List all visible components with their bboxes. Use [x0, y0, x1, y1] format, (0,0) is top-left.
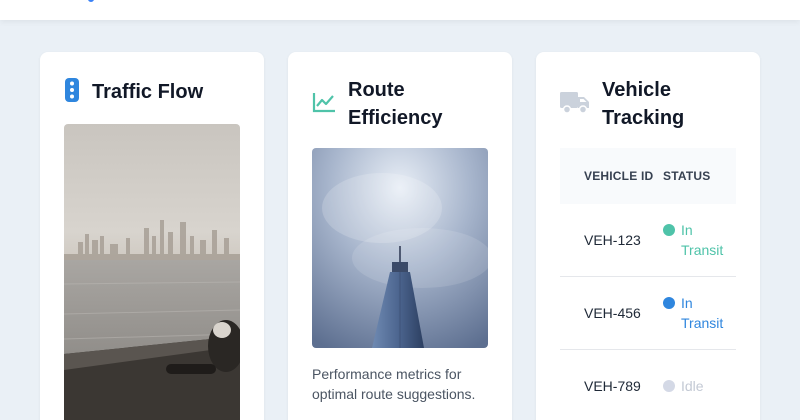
line-chart-icon [312, 91, 336, 118]
status-dot [663, 297, 675, 309]
route-efficiency-card: Route Efficiency Performance metrics for… [288, 52, 512, 420]
route-efficiency-description: Performance metrics for optimal route su… [312, 366, 476, 402]
traffic-flow-card: Traffic Flow [40, 52, 264, 420]
status-dot [663, 380, 675, 392]
vehicle-id: VEH-456 [584, 305, 641, 321]
route-efficiency-image [312, 148, 488, 348]
traffic-flow-title: Traffic Flow [92, 81, 204, 103]
route-efficiency-header: Route Efficiency [312, 76, 496, 132]
vehicle-tracking-header: Vehicle Tracking [560, 76, 744, 132]
vehicle-id: VEH-789 [584, 378, 641, 394]
table-row[interactable]: VEH-456 In Transit [560, 277, 736, 350]
truck-icon [560, 90, 590, 119]
nav-logo-mark [88, 0, 94, 2]
vehicle-table-header: Vehicle ID Status [560, 148, 736, 204]
traffic-flow-image [64, 124, 240, 420]
status-badge: In Transit [663, 220, 723, 260]
status-dot [663, 224, 675, 236]
column-header-vehicle-id: Vehicle ID [584, 169, 654, 183]
vehicle-tracking-title: Vehicle Tracking [602, 79, 685, 129]
table-row[interactable]: VEH-123 In Transit [560, 204, 736, 277]
status-text: Idle [681, 378, 704, 394]
route-efficiency-title: Route Efficiency [348, 79, 443, 129]
status-text: In Transit [681, 295, 724, 331]
table-row[interactable]: VEH-789 Idle [560, 350, 736, 420]
vehicle-table: Vehicle ID Status VEH-123 In Transit VEH… [560, 148, 736, 420]
vehicle-id: VEH-123 [584, 232, 641, 248]
traffic-light-icon [64, 77, 80, 107]
status-badge: In Transit [663, 293, 723, 333]
status-text: In Transit [681, 222, 724, 258]
vehicle-tracking-card: Vehicle Tracking Vehicle ID Status VEH-1… [536, 52, 760, 420]
top-navigation-bar [0, 0, 800, 20]
traffic-flow-header: Traffic Flow [64, 76, 248, 108]
status-badge: Idle [663, 376, 723, 396]
column-header-status: Status [663, 169, 711, 183]
